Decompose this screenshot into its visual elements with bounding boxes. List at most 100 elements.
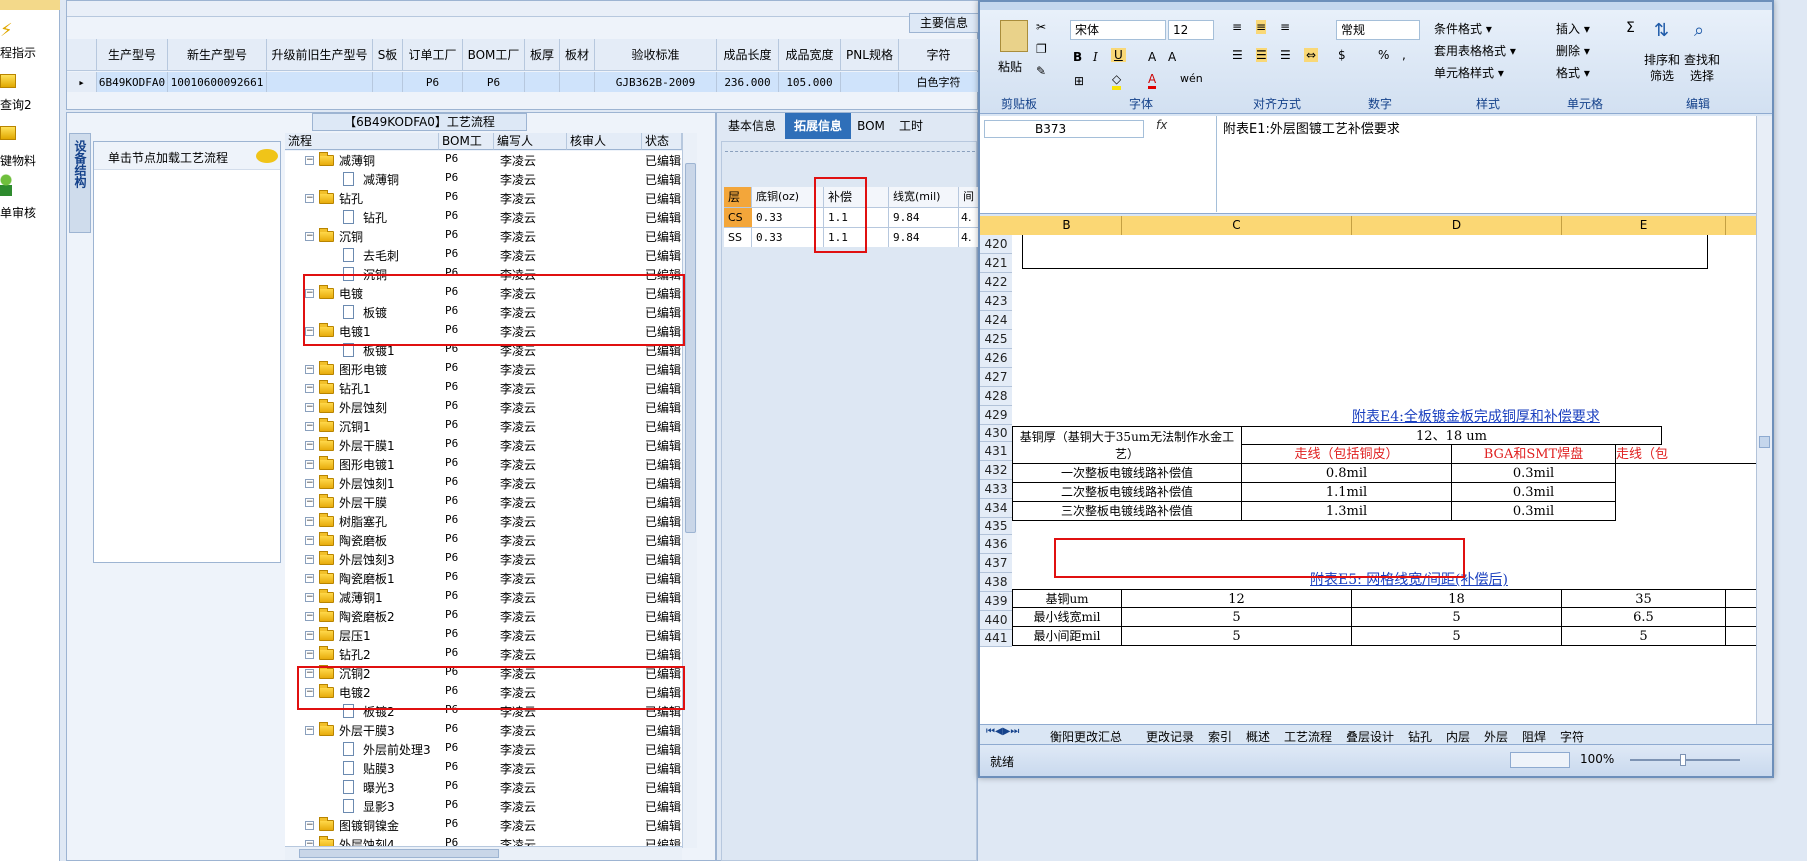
- grid-cell[interactable]: [841, 72, 899, 92]
- col-header[interactable]: 成品长度: [717, 39, 779, 71]
- tab-extended-info[interactable]: 拓展信息: [785, 113, 851, 139]
- sheet-cell[interactable]: 0.3mil: [1452, 502, 1616, 521]
- expander-icon[interactable]: −: [305, 536, 314, 545]
- expander-icon[interactable]: −: [305, 593, 314, 602]
- sheet-tab[interactable]: 内层: [1446, 728, 1470, 745]
- expander-icon[interactable]: −: [305, 384, 314, 393]
- sheet-tab[interactable]: 工艺流程: [1284, 728, 1332, 745]
- expander-icon[interactable]: −: [305, 194, 314, 203]
- conditional-format-button[interactable]: 条件格式 ▾: [1434, 20, 1492, 37]
- sheet-cell[interactable]: 二次整板电镀线路补偿值: [1012, 483, 1242, 502]
- sheet-cell[interactable]: 0.3mil: [1452, 464, 1616, 483]
- expander-icon[interactable]: −: [305, 517, 314, 526]
- tree-row[interactable]: − 陶瓷磨板1 P6 李凌云 已编辑: [285, 569, 682, 588]
- cell-style-button[interactable]: 单元格样式 ▾: [1434, 64, 1504, 81]
- tree-row[interactable]: − 沉铜1 P6 李凌云 已编辑: [285, 417, 682, 436]
- sheet-cell[interactable]: 1.1mil: [1242, 483, 1452, 502]
- tree-row[interactable]: 曝光3 P6 李凌云 已编辑: [285, 778, 682, 797]
- grid-cell[interactable]: [560, 72, 595, 92]
- col-header[interactable]: BOM工厂: [439, 133, 494, 165]
- horizontal-scrollbar[interactable]: [285, 846, 682, 860]
- col-header[interactable]: 成品宽度: [779, 39, 841, 71]
- row-header[interactable]: 439: [980, 592, 1012, 611]
- sheet-cell[interactable]: 5: [1122, 627, 1352, 646]
- copy-icon[interactable]: ❐: [1036, 42, 1047, 56]
- function-icon[interactable]: fx: [1156, 118, 1167, 132]
- col-header[interactable]: 生产型号: [97, 39, 168, 71]
- nav-item-query[interactable]: 查询2: [0, 70, 60, 120]
- sheet-cell[interactable]: 基铜厚（基铜大于35um无法制作水金工艺）: [1012, 426, 1242, 464]
- grid-cell[interactable]: 105.000: [779, 72, 841, 92]
- sheet-cell[interactable]: 6.5: [1562, 608, 1726, 627]
- paste-button[interactable]: 粘贴: [998, 58, 1022, 75]
- sheet-cell[interactable]: 5: [1352, 608, 1562, 627]
- row-header[interactable]: 441: [980, 630, 1012, 647]
- tree-row[interactable]: − 陶瓷磨板 P6 李凌云 已编辑: [285, 531, 682, 550]
- formula-input[interactable]: 附表E1:外层图镀工艺补偿要求: [1216, 116, 1752, 212]
- col-header[interactable]: 订单工厂: [403, 39, 463, 71]
- col-header[interactable]: 字符: [899, 39, 979, 71]
- merge-center-icon[interactable]: ⇔: [1304, 48, 1319, 62]
- grid-cell[interactable]: 白色字符: [899, 72, 979, 92]
- tree-row[interactable]: − 沉铜 P6 李凌云 已编辑: [285, 227, 682, 246]
- sheet-nav-icon[interactable]: ⏮◀▶⏭: [986, 726, 1019, 737]
- expander-icon[interactable]: −: [305, 555, 314, 564]
- tree-row[interactable]: − 外层蚀刻1 P6 李凌云 已编辑: [285, 474, 682, 493]
- sheet-tab[interactable]: 更改记录: [1146, 728, 1194, 745]
- delete-button[interactable]: 删除 ▾: [1556, 42, 1590, 59]
- tree-row[interactable]: − 图镀铜镍金 P6 李凌云 已编辑: [285, 816, 682, 835]
- name-box[interactable]: B373: [984, 120, 1144, 138]
- expander-icon[interactable]: −: [305, 403, 314, 412]
- col-header[interactable]: PNL规格: [841, 39, 899, 71]
- col-header[interactable]: S板: [373, 39, 403, 71]
- tree-row[interactable]: − 外层蚀刻3 P6 李凌云 已编辑: [285, 550, 682, 569]
- align-bottom-icon[interactable]: ≡: [1280, 20, 1290, 34]
- tree-row[interactable]: − 图形电镀1 P6 李凌云 已编辑: [285, 455, 682, 474]
- col-header[interactable]: 状态: [642, 133, 682, 150]
- row-header[interactable]: 432: [980, 461, 1012, 480]
- grow-font-icon[interactable]: A: [1148, 50, 1156, 64]
- tree-row[interactable]: − 外层干膜1 P6 李凌云 已编辑: [285, 436, 682, 455]
- grid-cell[interactable]: 6B49KODFA0: [97, 72, 168, 92]
- autosum-icon[interactable]: Σ: [1626, 20, 1635, 36]
- table-format-button[interactable]: 套用表格格式 ▾: [1434, 42, 1516, 59]
- font-size-select[interactable]: 12: [1168, 20, 1214, 40]
- grid-cell[interactable]: [267, 72, 373, 92]
- sheet-cell[interactable]: BGA和SMT焊盘: [1452, 445, 1616, 464]
- format-painter-icon[interactable]: ✎: [1036, 64, 1046, 78]
- find-select-button[interactable]: 查找和 选择: [1684, 52, 1720, 84]
- grid-cell[interactable]: 236.000: [717, 72, 779, 92]
- sheet-tab[interactable]: 索引: [1208, 728, 1232, 745]
- row-header[interactable]: 430: [980, 425, 1012, 442]
- col-header[interactable]: 流程: [285, 133, 439, 150]
- tree-row[interactable]: − 树脂塞孔 P6 李凌云 已编辑: [285, 512, 682, 531]
- row-header[interactable]: 428: [980, 387, 1012, 406]
- sheet-cell[interactable]: 0.3mil: [1452, 483, 1616, 502]
- phonetic-icon[interactable]: wén: [1180, 72, 1203, 85]
- tree-row[interactable]: − 图形电镀 P6 李凌云 已编辑: [285, 360, 682, 379]
- tree-row[interactable]: − 外层干膜3 P6 李凌云 已编辑: [285, 721, 682, 740]
- font-color-icon[interactable]: A: [1148, 72, 1157, 89]
- sheet-cell[interactable]: 5: [1562, 627, 1726, 646]
- row-header[interactable]: 425: [980, 330, 1012, 349]
- percent-icon[interactable]: %: [1378, 48, 1389, 62]
- sheet-cell[interactable]: 最小间距mil: [1012, 627, 1122, 646]
- currency-icon[interactable]: $: [1338, 48, 1346, 62]
- row-header[interactable]: 433: [980, 480, 1012, 499]
- sheet-tab[interactable]: 钻孔: [1408, 728, 1432, 745]
- bold-button[interactable]: B: [1073, 50, 1082, 64]
- tree-row[interactable]: 外层前处理3 P6 李凌云 已编辑: [285, 740, 682, 759]
- tree-row[interactable]: − 外层蚀刻4 P6 李凌云 已编辑: [285, 835, 682, 846]
- expander-icon[interactable]: −: [305, 726, 314, 735]
- align-top-icon[interactable]: ≡: [1232, 20, 1242, 34]
- row-header[interactable]: 434: [980, 499, 1012, 518]
- tree-row[interactable]: 减薄铜 P6 李凌云 已编辑: [285, 170, 682, 189]
- align-right-icon[interactable]: ☰: [1280, 48, 1291, 62]
- sheet-cell[interactable]: 三次整板电镀线路补偿值: [1012, 502, 1242, 521]
- sheet-cell[interactable]: 最小线宽mil: [1012, 608, 1122, 627]
- tab-main-info[interactable]: 主要信息: [909, 13, 979, 33]
- shrink-font-icon[interactable]: A: [1168, 50, 1176, 64]
- column-header[interactable]: C: [1122, 216, 1352, 235]
- sheet-tab[interactable]: 外层: [1484, 728, 1508, 745]
- align-center-icon[interactable]: ☰: [1256, 48, 1267, 62]
